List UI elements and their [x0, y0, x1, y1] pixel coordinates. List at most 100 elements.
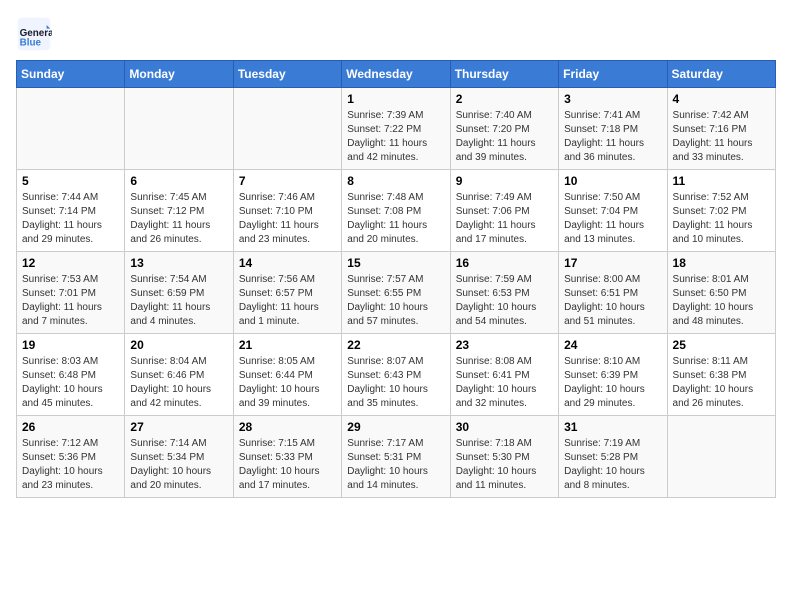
calendar-day-cell: [125, 88, 233, 170]
day-info: Sunrise: 7:19 AMSunset: 5:28 PMDaylight:…: [564, 437, 661, 493]
day-info: Sunrise: 7:48 AMSunset: 7:08 PMDaylight:…: [347, 191, 444, 247]
calendar-day-cell: [233, 88, 341, 170]
day-of-week-header: Saturday: [667, 61, 775, 88]
calendar-day-cell: 3Sunrise: 7:41 AMSunset: 7:18 PMDaylight…: [559, 88, 667, 170]
day-info: Sunrise: 7:42 AMSunset: 7:16 PMDaylight:…: [673, 109, 770, 165]
calendar-day-cell: 17 Sunrise: 8:00 AMSunset: 6:51 PMDayligh…: [559, 252, 667, 334]
day-number: 1: [347, 92, 444, 106]
day-of-week-header: Friday: [559, 61, 667, 88]
calendar-week-row: 12 Sunrise: 7:53 AMSunset: 7:01 PMDayligh…: [17, 252, 776, 334]
day-of-week-header: Thursday: [450, 61, 558, 88]
calendar-day-cell: 4 Sunrise: 7:42 AMSunset: 7:16 PMDaylight…: [667, 88, 775, 170]
day-info: Sunrise: 7:17 AMSunset: 5:31 PMDaylight:…: [347, 437, 444, 493]
day-info: Sunrise: 8:07 AMSunset: 6:43 PMDaylight:…: [347, 355, 444, 411]
day-number: 3: [564, 92, 661, 106]
calendar-day-cell: 5Sunrise: 7:44 AMSunset: 7:14 PMDaylight…: [17, 170, 125, 252]
day-number: 31: [564, 420, 661, 434]
calendar-day-cell: 9 Sunrise: 7:49 AMSunset: 7:06 PMDaylight…: [450, 170, 558, 252]
day-number: 4: [673, 92, 770, 106]
day-info: Sunrise: 7:14 AMSunset: 5:34 PMDaylight:…: [130, 437, 227, 493]
day-number: 16: [456, 256, 553, 270]
day-info: Sunrise: 8:08 AMSunset: 6:41 PMDaylight:…: [456, 355, 553, 411]
day-number: 10: [564, 174, 661, 188]
day-info: Sunrise: 7:53 AMSunset: 7:01 PMDaylight:…: [22, 273, 119, 329]
calendar-day-cell: 27 Sunrise: 7:14 AMSunset: 5:34 PMDayligh…: [125, 416, 233, 498]
day-number: 18: [673, 256, 770, 270]
calendar-week-row: 1Sunrise: 7:39 AMSunset: 7:22 PMDaylight…: [17, 88, 776, 170]
svg-text:Blue: Blue: [20, 38, 42, 49]
calendar-day-cell: 16 Sunrise: 7:59 AMSunset: 6:53 PMDayligh…: [450, 252, 558, 334]
calendar-day-cell: 7Sunrise: 7:46 AMSunset: 7:10 PMDaylight…: [233, 170, 341, 252]
day-number: 23: [456, 338, 553, 352]
day-info: Sunrise: 8:11 AMSunset: 6:38 PMDaylight:…: [673, 355, 770, 411]
day-number: 24: [564, 338, 661, 352]
calendar-day-cell: 21 Sunrise: 8:05 AMSunset: 6:44 PMDayligh…: [233, 334, 341, 416]
day-number: 30: [456, 420, 553, 434]
day-number: 12: [22, 256, 119, 270]
day-number: 19: [22, 338, 119, 352]
calendar-day-cell: 15 Sunrise: 7:57 AMSunset: 6:55 PMDayligh…: [342, 252, 450, 334]
day-of-week-header: Tuesday: [233, 61, 341, 88]
day-number: 27: [130, 420, 227, 434]
day-number: 17: [564, 256, 661, 270]
day-info: Sunrise: 7:44 AMSunset: 7:14 PMDaylight:…: [22, 191, 119, 247]
day-info: Sunrise: 7:50 AMSunset: 7:04 PMDaylight:…: [564, 191, 661, 247]
calendar-day-cell: 6Sunrise: 7:45 AMSunset: 7:12 PMDaylight…: [125, 170, 233, 252]
day-info: Sunrise: 7:40 AMSunset: 7:20 PMDaylight:…: [456, 109, 553, 165]
calendar-day-cell: 22Sunrise: 8:07 AMSunset: 6:43 PMDayligh…: [342, 334, 450, 416]
day-number: 13: [130, 256, 227, 270]
calendar-day-cell: 30 Sunrise: 7:18 AMSunset: 5:30 PMDayligh…: [450, 416, 558, 498]
calendar-day-cell: 20 Sunrise: 8:04 AMSunset: 6:46 PMDayligh…: [125, 334, 233, 416]
calendar-day-cell: 8 Sunrise: 7:48 AMSunset: 7:08 PMDaylight…: [342, 170, 450, 252]
calendar-day-cell: 19 Sunrise: 8:03 AMSunset: 6:48 PMDayligh…: [17, 334, 125, 416]
day-number: 29: [347, 420, 444, 434]
day-info: Sunrise: 7:49 AMSunset: 7:06 PMDaylight:…: [456, 191, 553, 247]
day-info: Sunrise: 7:54 AMSunset: 6:59 PMDaylight:…: [130, 273, 227, 329]
day-number: 9: [456, 174, 553, 188]
calendar-day-cell: 23 Sunrise: 8:08 AMSunset: 6:41 PMDayligh…: [450, 334, 558, 416]
day-number: 20: [130, 338, 227, 352]
day-info: Sunrise: 7:18 AMSunset: 5:30 PMDaylight:…: [456, 437, 553, 493]
day-info: Sunrise: 8:03 AMSunset: 6:48 PMDaylight:…: [22, 355, 119, 411]
day-number: 8: [347, 174, 444, 188]
calendar-day-cell: 13 Sunrise: 7:54 AMSunset: 6:59 PMDayligh…: [125, 252, 233, 334]
day-info: Sunrise: 7:57 AMSunset: 6:55 PMDaylight:…: [347, 273, 444, 329]
calendar-day-cell: 18 Sunrise: 8:01 AMSunset: 6:50 PMDayligh…: [667, 252, 775, 334]
day-of-week-header: Wednesday: [342, 61, 450, 88]
day-info: Sunrise: 7:59 AMSunset: 6:53 PMDaylight:…: [456, 273, 553, 329]
day-info: Sunrise: 8:01 AMSunset: 6:50 PMDaylight:…: [673, 273, 770, 329]
day-number: 2: [456, 92, 553, 106]
day-info: Sunrise: 7:45 AMSunset: 7:12 PMDaylight:…: [130, 191, 227, 247]
calendar-day-cell: 31 Sunrise: 7:19 AMSunset: 5:28 PMDayligh…: [559, 416, 667, 498]
calendar-day-cell: [667, 416, 775, 498]
day-info: Sunrise: 7:56 AMSunset: 6:57 PMDaylight:…: [239, 273, 336, 329]
calendar-day-cell: 2 Sunrise: 7:40 AMSunset: 7:20 PMDaylight…: [450, 88, 558, 170]
day-info: Sunrise: 8:10 AMSunset: 6:39 PMDaylight:…: [564, 355, 661, 411]
day-info: Sunrise: 7:15 AMSunset: 5:33 PMDaylight:…: [239, 437, 336, 493]
calendar-day-cell: 14 Sunrise: 7:56 AMSunset: 6:57 PMDayligh…: [233, 252, 341, 334]
calendar-week-row: 19 Sunrise: 8:03 AMSunset: 6:48 PMDayligh…: [17, 334, 776, 416]
logo: General Blue: [16, 16, 56, 52]
calendar-day-cell: 10 Sunrise: 7:50 AMSunset: 7:04 PMDayligh…: [559, 170, 667, 252]
calendar-day-cell: 29 Sunrise: 7:17 AMSunset: 5:31 PMDayligh…: [342, 416, 450, 498]
day-info: Sunrise: 8:05 AMSunset: 6:44 PMDaylight:…: [239, 355, 336, 411]
day-info: Sunrise: 8:04 AMSunset: 6:46 PMDaylight:…: [130, 355, 227, 411]
calendar-day-cell: [17, 88, 125, 170]
day-number: 7: [239, 174, 336, 188]
day-number: 28: [239, 420, 336, 434]
day-number: 21: [239, 338, 336, 352]
calendar-day-cell: 26 Sunrise: 7:12 AMSunset: 5:36 PMDayligh…: [17, 416, 125, 498]
calendar-day-cell: 28 Sunrise: 7:15 AMSunset: 5:33 PMDayligh…: [233, 416, 341, 498]
day-of-week-header: Monday: [125, 61, 233, 88]
day-of-week-header: Sunday: [17, 61, 125, 88]
calendar-day-cell: 12 Sunrise: 7:53 AMSunset: 7:01 PMDayligh…: [17, 252, 125, 334]
day-number: 15: [347, 256, 444, 270]
day-info: Sunrise: 7:12 AMSunset: 5:36 PMDaylight:…: [22, 437, 119, 493]
day-info: Sunrise: 8:00 AMSunset: 6:51 PMDaylight:…: [564, 273, 661, 329]
day-number: 11: [673, 174, 770, 188]
day-number: 25: [673, 338, 770, 352]
day-number: 14: [239, 256, 336, 270]
logo-icon: General Blue: [16, 16, 52, 52]
calendar-day-cell: 1Sunrise: 7:39 AMSunset: 7:22 PMDaylight…: [342, 88, 450, 170]
day-number: 26: [22, 420, 119, 434]
